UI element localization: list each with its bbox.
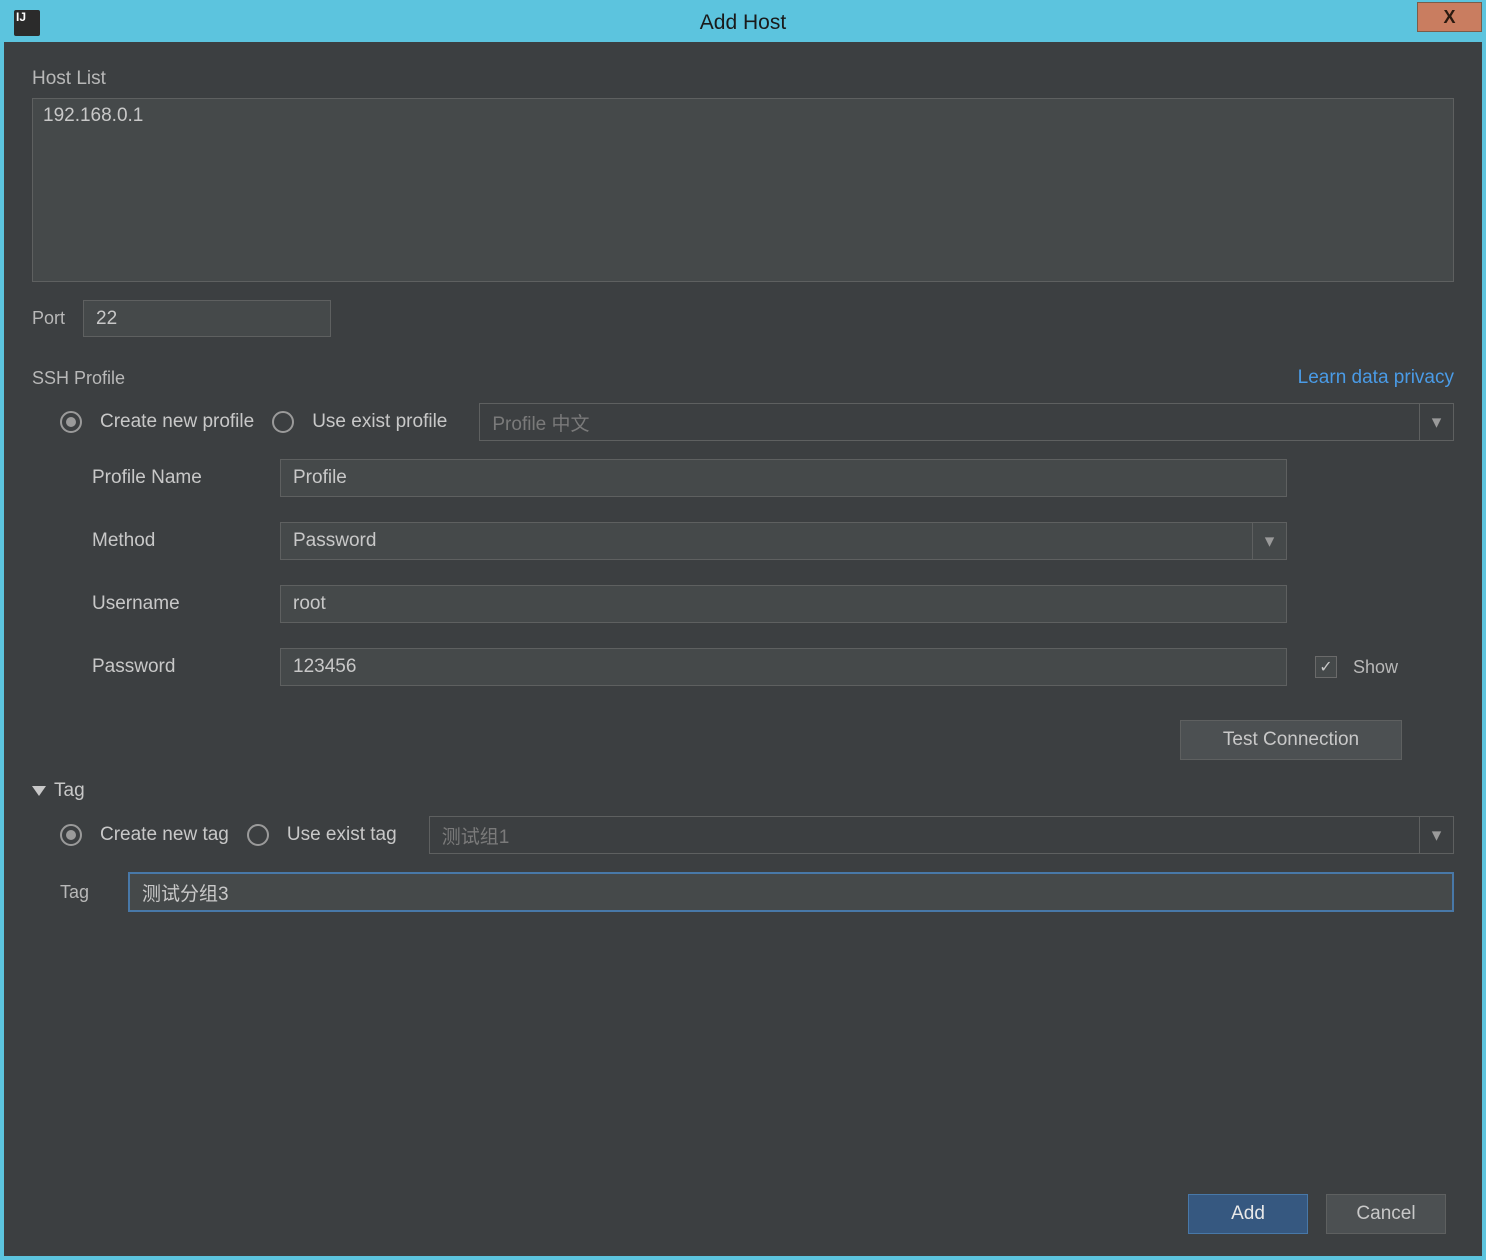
- method-select[interactable]: Password ▾: [280, 522, 1287, 560]
- radio-exist-profile[interactable]: [272, 411, 294, 433]
- show-password-checkbox[interactable]: ✓: [1315, 656, 1337, 678]
- cancel-button[interactable]: Cancel: [1326, 1194, 1446, 1234]
- close-icon: X: [1443, 7, 1455, 28]
- add-button[interactable]: Add: [1188, 1194, 1308, 1234]
- ssh-profile-label: SSH Profile: [32, 368, 125, 389]
- window-title: Add Host: [700, 11, 786, 35]
- radio-exist-tag[interactable]: [247, 824, 269, 846]
- titlebar: IJ Add Host X: [4, 4, 1482, 42]
- hostlist-label: Host List: [32, 68, 1454, 90]
- dialog-footer: Add Cancel: [1188, 1194, 1446, 1234]
- username-label: Username: [92, 593, 270, 615]
- chevron-down-icon: ▾: [1419, 404, 1453, 440]
- show-password-label: Show: [1353, 657, 1398, 678]
- radio-exist-profile-label: Use exist profile: [312, 411, 447, 433]
- radio-exist-tag-label: Use exist tag: [287, 824, 397, 846]
- dialog-window: IJ Add Host X Host List 192.168.0.1 Port…: [0, 0, 1486, 1260]
- tag-field-label: Tag: [60, 882, 108, 903]
- method-label: Method: [92, 530, 270, 552]
- method-select-value: Password: [293, 530, 376, 552]
- password-label: Password: [92, 656, 270, 678]
- app-icon: IJ: [14, 10, 40, 36]
- tag-input[interactable]: [128, 872, 1454, 912]
- radio-create-tag[interactable]: [60, 824, 82, 846]
- close-button[interactable]: X: [1417, 2, 1482, 32]
- radio-create-profile-label: Create new profile: [100, 411, 254, 433]
- exist-profile-combo[interactable]: Profile 中文 ▾: [479, 403, 1454, 441]
- exist-tag-combo-value: 测试组1: [442, 822, 510, 849]
- profile-name-label: Profile Name: [92, 467, 270, 489]
- checkmark-icon: ✓: [1319, 657, 1332, 677]
- chevron-down-icon: ▾: [1419, 817, 1453, 853]
- port-input[interactable]: [83, 300, 331, 337]
- test-connection-button[interactable]: Test Connection: [1180, 720, 1402, 760]
- profile-name-input[interactable]: [280, 459, 1287, 497]
- learn-privacy-link[interactable]: Learn data privacy: [1298, 367, 1454, 389]
- port-label: Port: [32, 308, 65, 329]
- tag-section-toggle[interactable]: Tag: [32, 780, 1454, 802]
- tag-section-label: Tag: [54, 780, 85, 802]
- dialog-content: Host List 192.168.0.1 Port SSH Profile L…: [4, 42, 1482, 932]
- radio-create-tag-label: Create new tag: [100, 824, 229, 846]
- exist-tag-combo[interactable]: 测试组1 ▾: [429, 816, 1454, 854]
- chevron-down-icon: ▾: [1252, 523, 1286, 559]
- triangle-down-icon: [32, 786, 46, 796]
- password-input[interactable]: [280, 648, 1287, 686]
- exist-profile-combo-value: Profile 中文: [492, 409, 589, 436]
- hostlist-textarea[interactable]: 192.168.0.1: [32, 98, 1454, 282]
- username-input[interactable]: [280, 585, 1287, 623]
- radio-create-profile[interactable]: [60, 411, 82, 433]
